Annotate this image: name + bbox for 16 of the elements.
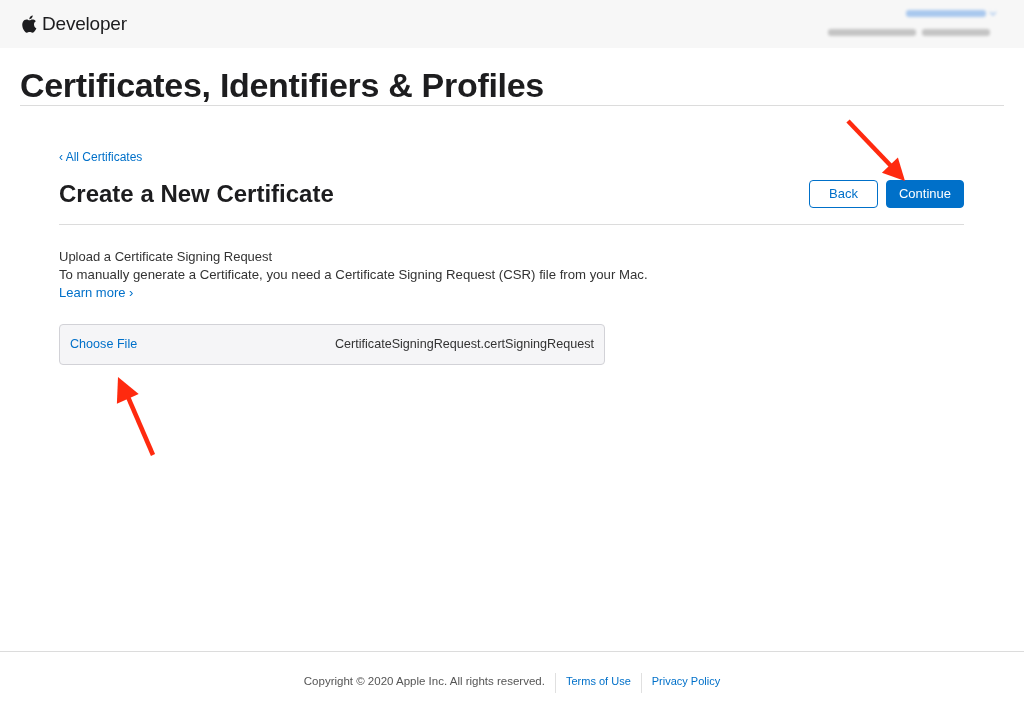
footer-link[interactable]: Privacy Policy bbox=[651, 673, 721, 689]
learn-more-link[interactable]: Learn more › bbox=[59, 283, 134, 302]
back-button[interactable]: Back bbox=[809, 180, 878, 209]
breadcrumb-link[interactable]: ‹ All Certificates bbox=[59, 150, 143, 164]
copyright-text: Copyright © 2020 Apple Inc. All rights reserved. bbox=[303, 674, 545, 689]
upload-title: Upload a Certificate Signing Request bbox=[59, 247, 274, 266]
page-title: Certificates, Identifiers & Profiles bbox=[20, 65, 545, 105]
section-heading: Create a New Certificate bbox=[59, 180, 334, 209]
choose-file-button[interactable]: Choose File bbox=[70, 334, 138, 354]
brand-name: Developer bbox=[42, 11, 127, 36]
file-upload-field[interactable]: Choose File CertificateSigningRequest.certSigningRequest bbox=[59, 323, 605, 365]
apple-logo-icon bbox=[22, 15, 37, 33]
file-name: CertificateSigningRequest.certSigningRequest bbox=[334, 335, 594, 353]
footer-link[interactable]: Terms of Use bbox=[565, 673, 631, 689]
continue-button[interactable]: Continue bbox=[886, 180, 964, 209]
upload-description: To manually generate a Certificate, you need a Certificate Signing Request (CSR) file from your Mac. bbox=[59, 265, 649, 284]
